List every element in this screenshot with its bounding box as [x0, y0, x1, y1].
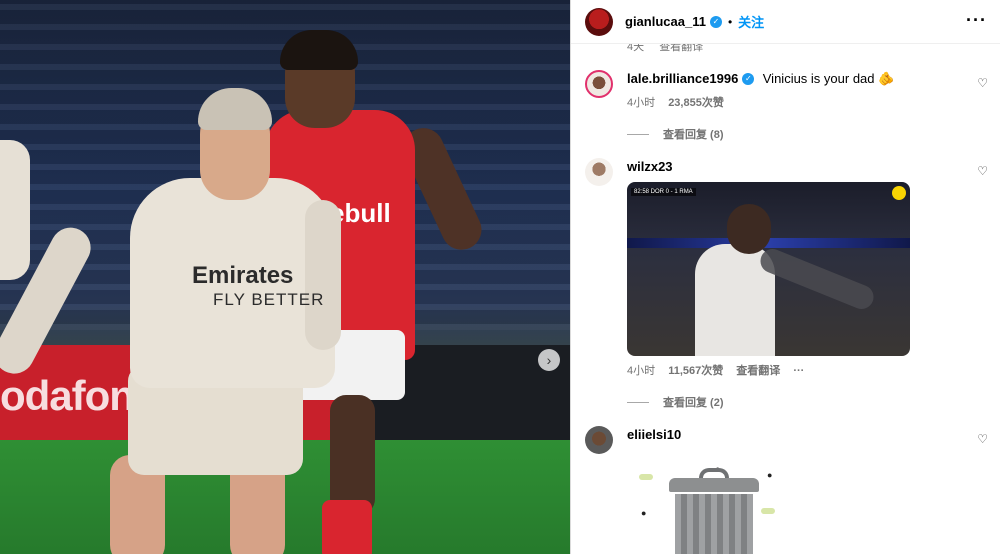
gif-player-head	[727, 204, 771, 254]
commenter-avatar[interactable]	[585, 426, 613, 454]
chevron-right-icon: ›	[546, 352, 552, 368]
like-heart-icon[interactable]: ♡	[977, 76, 988, 90]
paper-scrap	[761, 508, 775, 514]
view-replies-label: 查看回复 (2)	[663, 397, 724, 409]
view-replies-label: 查看回复 (8)	[663, 129, 724, 141]
commenter-avatar[interactable]	[585, 70, 613, 98]
comment-likes[interactable]: 11,567次赞	[668, 365, 723, 377]
view-replies-button[interactable]: 查看回复 (8)	[627, 126, 990, 142]
like-heart-icon[interactable]: ♡	[977, 432, 988, 446]
gif-scorebar: 82:58 DOR 0 - 1 RMA	[631, 188, 696, 196]
paper-scrap	[639, 474, 653, 480]
shirt-tagline: FLY BETTER	[213, 290, 325, 309]
comment-gif[interactable]: 82:58 DOR 0 - 1 RMA	[627, 182, 910, 356]
comment-more-icon[interactable]: ···	[793, 365, 804, 377]
commenter-username[interactable]: wilzx23	[627, 159, 673, 174]
separator-dot: •	[727, 14, 733, 29]
replies-divider	[627, 401, 649, 403]
comment-item: eliielsi10 ● ● ● ♡	[585, 426, 990, 554]
comment-item: wilzx23 82:58 DOR 0 - 1 RMA 4小时 11,567次赞…	[585, 158, 990, 410]
red-player-sock	[322, 500, 372, 554]
commenter-avatar[interactable]	[585, 158, 613, 186]
fly-icon: ●	[767, 470, 773, 480]
comment-text: Vinicius is your dad 🫵	[762, 71, 895, 86]
translate-link[interactable]: 查看翻译	[736, 365, 780, 377]
verified-icon: ✓	[709, 15, 722, 28]
view-replies-button[interactable]: 查看回复 (2)	[627, 394, 990, 410]
replies-divider	[627, 133, 649, 135]
verified-icon: ✓	[742, 72, 755, 85]
comment-item: lale.brilliance1996 ✓ Vinicius is your da…	[585, 70, 990, 142]
trash-can-sticker[interactable]: ● ● ●	[637, 464, 787, 554]
post-photo[interactable]: odafone ebull Emirates FLY BETTER ›	[0, 0, 570, 554]
trash-lid	[669, 478, 759, 492]
comment-likes[interactable]: 23,855次赞	[668, 97, 724, 109]
commenter-username[interactable]: eliielsi10	[627, 427, 681, 442]
page-root: odafone ebull Emirates FLY BETTER › gian…	[0, 0, 1000, 554]
fly-icon: ●	[641, 508, 647, 518]
comment-time: 4小时	[627, 97, 656, 109]
commenter-username[interactable]: lale.brilliance1996	[627, 71, 738, 86]
follow-button[interactable]: 关注	[738, 12, 764, 31]
like-heart-icon[interactable]: ♡	[977, 164, 988, 178]
comment-time: 4小时	[627, 365, 656, 377]
more-options-icon[interactable]: ···	[966, 10, 987, 31]
partial-player	[0, 140, 30, 280]
red-player-leg	[330, 395, 375, 515]
post-header: gianlucaa_11 ✓ • 关注 ···	[571, 0, 1000, 44]
shirt-sponsor: Emirates	[192, 262, 294, 289]
next-image-button[interactable]: ›	[538, 349, 560, 371]
white-player-right-arm	[305, 200, 341, 350]
gif-club-logo	[892, 186, 906, 200]
comments-panel[interactable]: gianlucaa_11 ✓ • 关注 ··· 4天 查看翻译 lale.bri…	[570, 0, 1000, 554]
author-avatar[interactable]	[585, 7, 613, 36]
trash-body	[675, 494, 753, 554]
author-username[interactable]: gianlucaa_11	[625, 14, 706, 29]
